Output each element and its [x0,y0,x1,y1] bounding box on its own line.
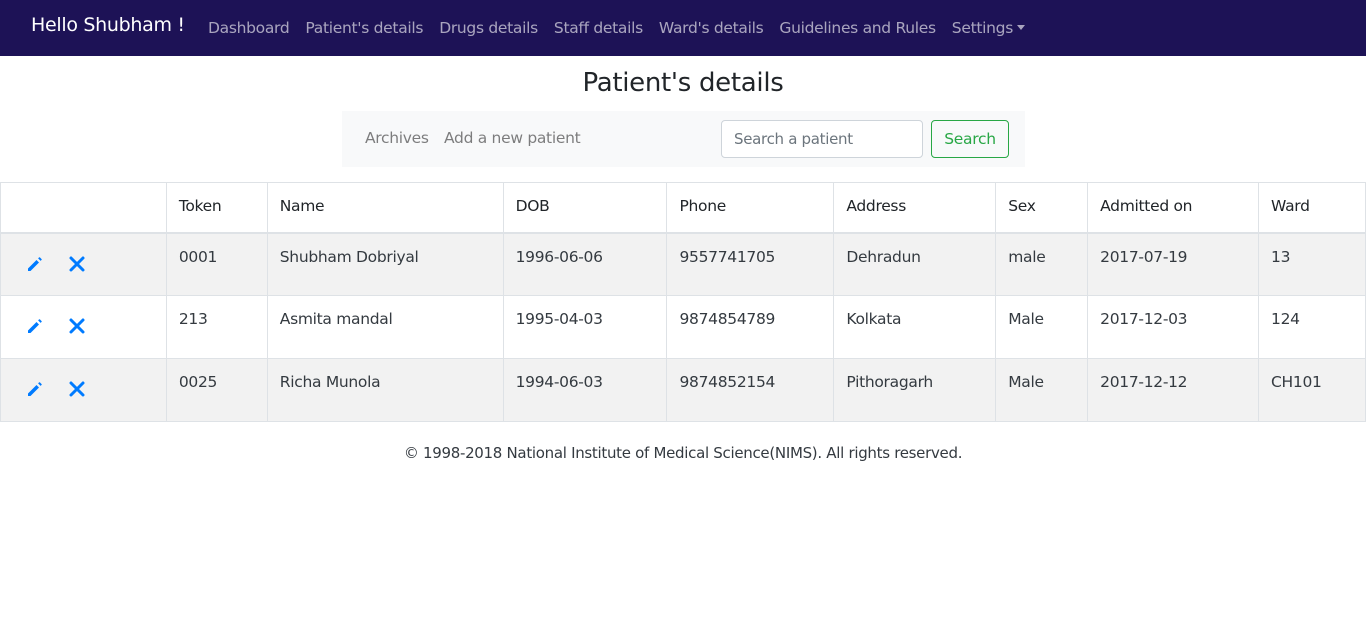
cell-dob: 1995-04-03 [502,295,668,359]
row-actions [0,232,167,296]
close-icon[interactable] [67,316,87,336]
row-actions [0,358,167,422]
cell-ward: CH101 [1258,358,1366,422]
nav-item-staff-details[interactable]: Staff details [546,19,651,37]
table-row: 213 Asmita mandal 1995-04-03 9874854789 … [0,295,1366,359]
nav-item-wards-details[interactable]: Ward's details [651,19,771,37]
cell-ward: 13 [1258,232,1366,296]
add-patient-link[interactable]: Add a new patient [444,129,581,147]
cell-ward: 124 [1258,295,1366,359]
patients-table: Token Name DOB Phone Address Sex Admitte… [0,182,1366,422]
top-navbar: Hello Shubham ! Dashboard Patient's deta… [0,0,1366,56]
column-header-actions [0,182,167,234]
cell-phone: 9874852154 [666,358,835,422]
nav-item-dashboard[interactable]: Dashboard [200,19,297,37]
cell-token: 0025 [165,358,268,422]
cell-sex: Male [995,358,1089,422]
column-header-ward: Ward [1258,182,1366,234]
patient-subnav: Archives Add a new patient Search [342,111,1025,167]
cell-admitted-on: 2017-12-03 [1087,295,1260,359]
nav-menu: Dashboard Patient's details Drugs detail… [200,0,1033,56]
cell-address: Pithoragarh [833,358,997,422]
pencil-icon[interactable] [25,379,45,399]
cell-sex: Male [995,295,1089,359]
column-header-phone: Phone [666,182,835,234]
cell-phone: 9874854789 [666,295,835,359]
nav-item-patients-details[interactable]: Patient's details [297,19,431,37]
column-header-dob: DOB [502,182,668,234]
nav-item-drugs-details[interactable]: Drugs details [431,19,546,37]
cell-name: Richa Munola [266,358,504,422]
cell-phone: 9557741705 [666,232,835,296]
pencil-icon[interactable] [25,254,45,274]
search-button[interactable]: Search [931,120,1009,158]
page-title: Patient's details [582,68,784,98]
cell-token: 0001 [165,232,268,296]
close-icon[interactable] [67,254,87,274]
column-header-admitted-on: Admitted on [1087,182,1260,234]
brand-greeting[interactable]: Hello Shubham ! [31,14,185,36]
cell-admitted-on: 2017-12-12 [1087,358,1260,422]
column-header-sex: Sex [995,182,1089,234]
column-header-name: Name [266,182,504,234]
cell-dob: 1994-06-03 [502,358,668,422]
cell-name: Asmita mandal [266,295,504,359]
caret-down-icon [1016,25,1025,30]
pencil-icon[interactable] [25,316,45,336]
table-row: 0025 Richa Munola 1994-06-03 9874852154 … [0,358,1366,422]
cell-name: Shubham Dobriyal [266,232,504,296]
cell-dob: 1996-06-06 [502,232,668,296]
settings-label: Settings [951,19,1013,37]
footer-copyright: © 1998-2018 National Institute of Medica… [403,444,963,462]
archives-link[interactable]: Archives [365,129,429,147]
cell-address: Dehradun [833,232,997,296]
nav-item-guidelines[interactable]: Guidelines and Rules [771,19,943,37]
column-header-token: Token [165,182,268,234]
cell-admitted-on: 2017-07-19 [1087,232,1260,296]
cell-address: Kolkata [833,295,997,359]
search-patient-input[interactable] [721,120,923,158]
column-header-address: Address [833,182,997,234]
nav-item-settings-dropdown[interactable]: Settings [944,19,1033,37]
cell-token: 213 [165,295,268,359]
cell-sex: male [995,232,1089,296]
table-header-row: Token Name DOB Phone Address Sex Admitte… [0,182,1366,234]
close-icon[interactable] [67,379,87,399]
table-row: 0001 Shubham Dobriyal 1996-06-06 9557741… [0,232,1366,296]
row-actions [0,295,167,359]
